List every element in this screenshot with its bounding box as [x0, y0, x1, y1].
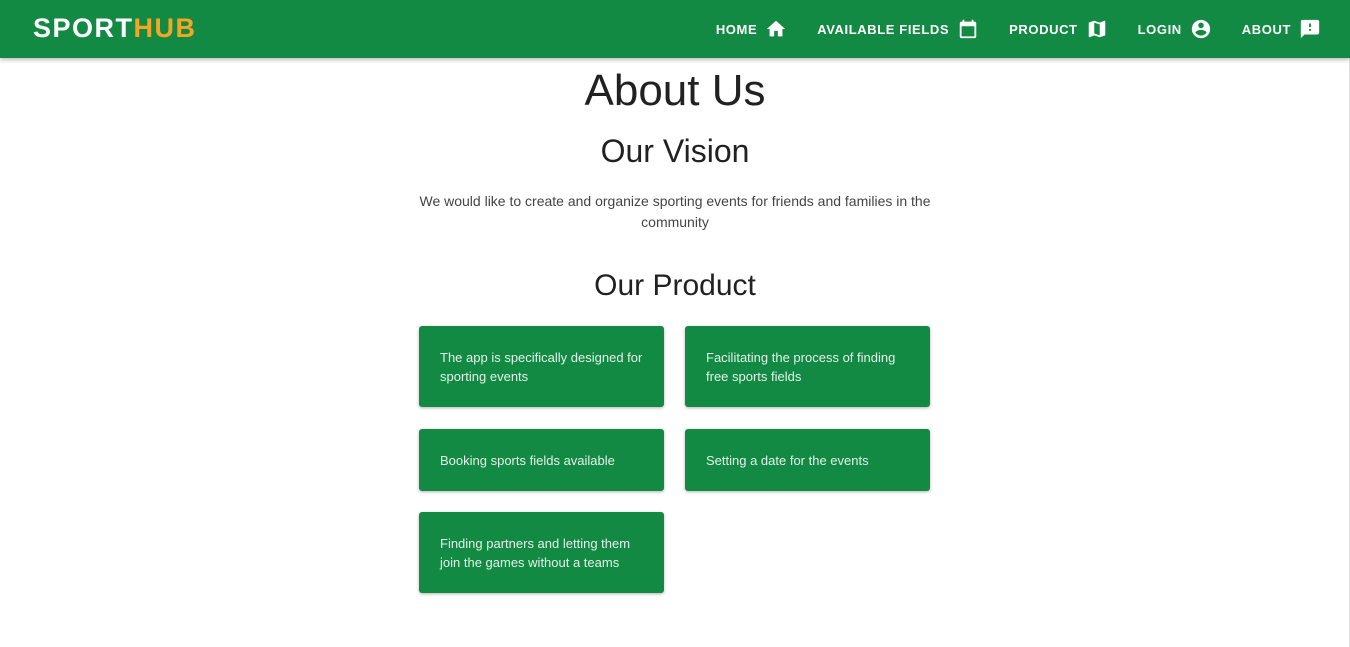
product-card: Finding partners and letting them join t…: [419, 512, 664, 593]
brand-name-part1: SPORT: [33, 13, 134, 43]
app-bar: SPORTHUB HOME AVAILABLE FIELDS PRODUCT L…: [0, 0, 1350, 58]
account-circle-icon: [1190, 18, 1212, 40]
calendar-icon: [957, 18, 979, 40]
page-title: About Us: [584, 66, 766, 115]
product-card-text: The app is specifically designed for spo…: [440, 349, 643, 384]
map-icon: [1086, 18, 1108, 40]
nav-available-fields[interactable]: AVAILABLE FIELDS: [817, 18, 979, 40]
product-heading: Our Product: [594, 269, 756, 302]
nav-product[interactable]: PRODUCT: [1009, 18, 1107, 40]
nav-login[interactable]: LOGIN: [1138, 18, 1212, 40]
product-card-text: Facilitating the process of finding free…: [706, 349, 896, 384]
nav-login-label: LOGIN: [1137, 21, 1182, 37]
nav-product-label: PRODUCT: [1009, 21, 1078, 37]
feedback-icon: [1299, 18, 1321, 40]
product-card-text: Setting a date for the events: [706, 452, 869, 468]
nav-home[interactable]: HOME: [716, 18, 787, 40]
nav-about-label: ABOUT: [1241, 21, 1291, 37]
vision-heading: Our Vision: [600, 133, 750, 169]
product-card: Setting a date for the events: [685, 429, 930, 491]
main-nav: HOME AVAILABLE FIELDS PRODUCT LOGIN ABOU…: [686, 0, 1321, 58]
nav-available-fields-label: AVAILABLE FIELDS: [817, 21, 950, 37]
product-card: Facilitating the process of finding free…: [685, 326, 930, 407]
vision-text: We would like to create and organize spo…: [419, 193, 931, 230]
nav-home-label: HOME: [715, 21, 758, 37]
nav-about[interactable]: ABOUT: [1242, 18, 1321, 40]
product-card-text: Finding partners and letting them join t…: [440, 535, 631, 570]
brand-logo[interactable]: SPORTHUB: [33, 13, 197, 43]
home-icon: [765, 18, 787, 40]
product-card-text: Booking sports fields available: [440, 452, 615, 468]
product-card: The app is specifically designed for spo…: [419, 326, 664, 407]
product-card: Booking sports fields available: [419, 429, 664, 491]
brand-name-part2: HUB: [133, 13, 197, 43]
